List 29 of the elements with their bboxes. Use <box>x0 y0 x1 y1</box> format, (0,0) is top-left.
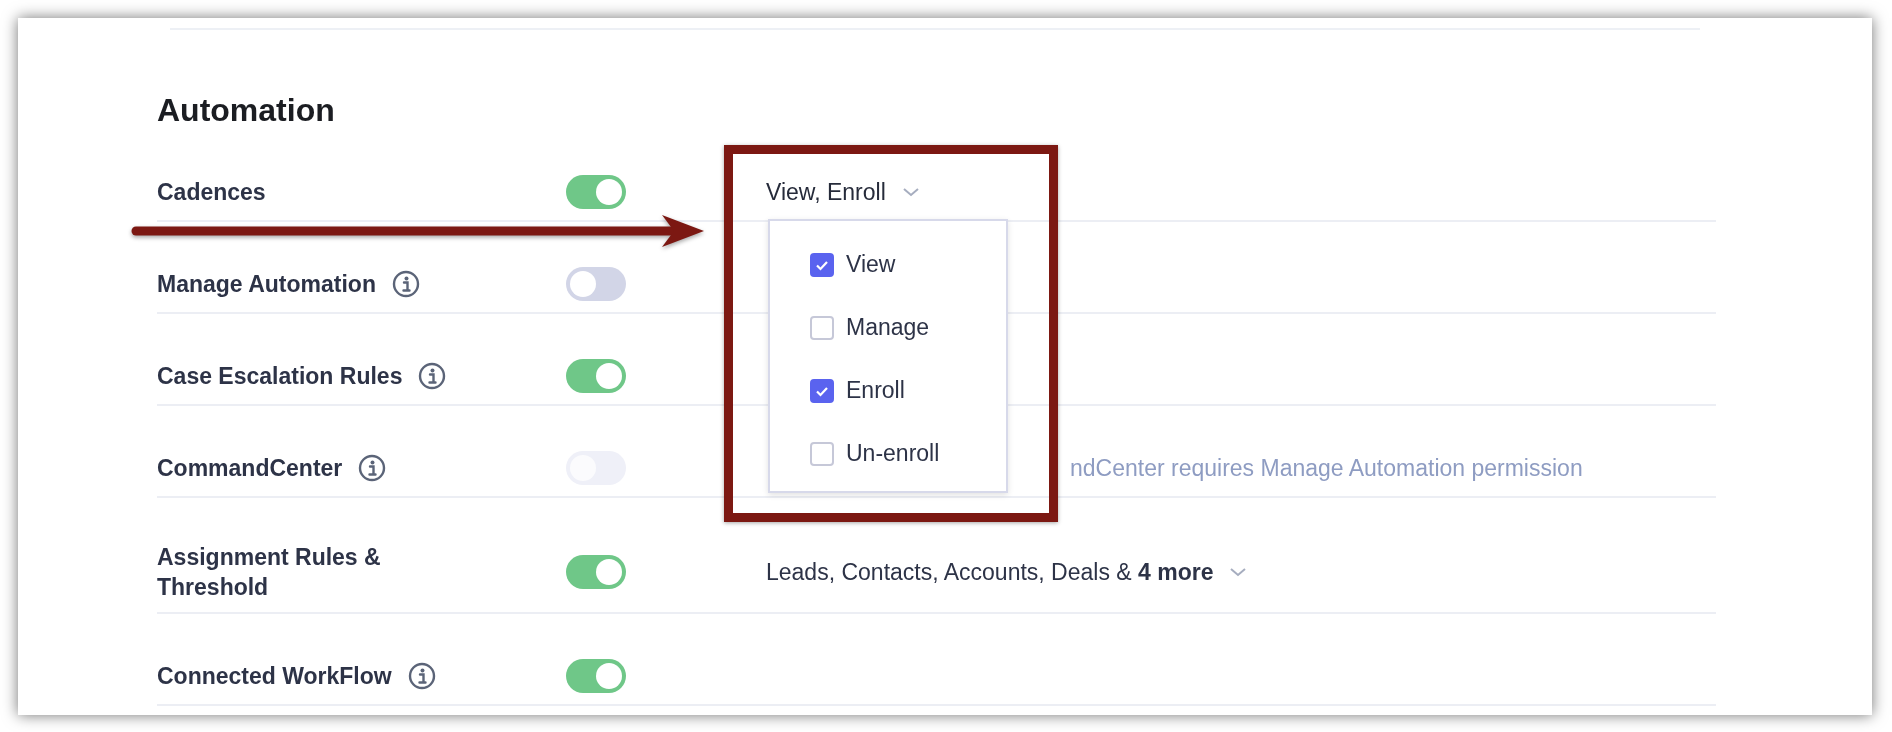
toggle-switch[interactable] <box>566 175 626 209</box>
checkbox[interactable] <box>810 441 834 466</box>
chevron-down-icon <box>1229 567 1248 577</box>
checkbox[interactable] <box>810 315 834 340</box>
section-title: Automation <box>157 91 336 130</box>
dropdown-option[interactable]: Un-enroll <box>770 432 1006 495</box>
info-icon[interactable] <box>391 270 420 298</box>
chevron-down-icon <box>901 187 920 197</box>
toggle-switch[interactable] <box>566 555 626 589</box>
checkbox[interactable] <box>810 252 834 277</box>
checkbox[interactable] <box>810 378 834 403</box>
permission-label: Cadences <box>157 178 266 207</box>
info-icon[interactable] <box>358 454 387 482</box>
permission-select[interactable]: View, Enroll <box>766 178 920 206</box>
info-icon[interactable] <box>418 362 447 390</box>
permission-label: CommandCenter <box>157 454 343 483</box>
toggle-switch[interactable] <box>566 267 626 301</box>
info-icon[interactable] <box>407 662 436 690</box>
dropdown-option[interactable]: Manage <box>770 306 1006 369</box>
dropdown-option[interactable]: View <box>770 243 1006 306</box>
permission-label: Assignment Rules & Threshold <box>157 543 382 602</box>
permission-select[interactable]: Leads, Contacts, Accounts, Deals & 4 more <box>766 558 1248 586</box>
permission-label: Connected WorkFlow <box>157 662 392 691</box>
permission-label: Manage Automation <box>157 270 376 299</box>
permission-label: Case Escalation Rules <box>157 362 403 391</box>
toggle-switch[interactable] <box>566 659 626 693</box>
dropdown-option[interactable]: Enroll <box>770 369 1006 432</box>
permission-note: ndCenter requires Manage Automation permission <box>1070 454 1583 482</box>
toggle-switch[interactable] <box>566 359 626 393</box>
